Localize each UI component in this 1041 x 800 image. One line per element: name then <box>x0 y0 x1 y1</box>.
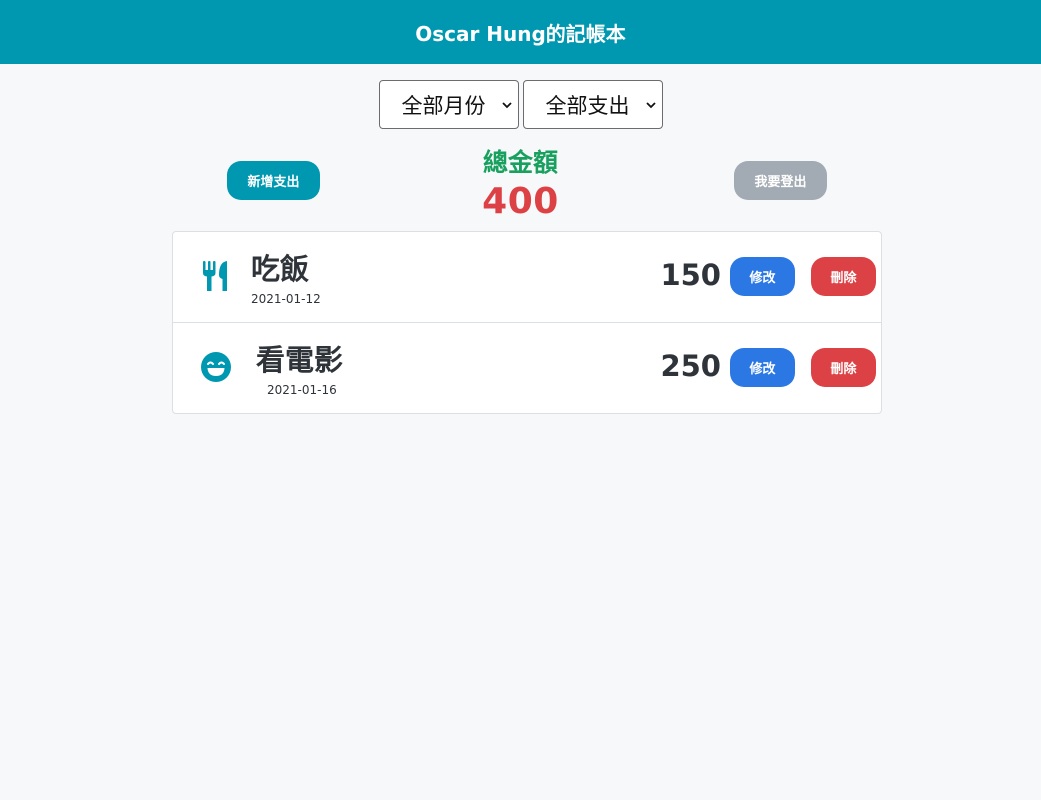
summary-row: 新增支出 總金額 400 我要登出 <box>0 141 1041 231</box>
expense-amount: 250 <box>660 349 721 383</box>
chevron-down-icon <box>501 101 512 108</box>
chevron-down-icon <box>645 101 656 108</box>
list-item: 看電影 2021-01-16 250 修改 刪除 <box>173 323 881 413</box>
month-select-value: 全部月份 <box>401 93 486 118</box>
delete-button[interactable]: 刪除 <box>811 348 876 387</box>
edit-button[interactable]: 修改 <box>730 348 795 387</box>
utensils-icon <box>203 261 227 291</box>
expense-name: 吃飯 <box>251 252 310 286</box>
logout-button[interactable]: 我要登出 <box>734 161 827 200</box>
month-select[interactable]: 全部月份 <box>378 80 519 129</box>
expense-amount: 150 <box>660 258 721 292</box>
grin-icon <box>201 352 231 382</box>
delete-button[interactable]: 刪除 <box>811 257 876 296</box>
filter-bar: 全部月份 全部支出 <box>0 80 1041 129</box>
total-label: 總金額 <box>482 148 558 177</box>
expense-name: 看電影 <box>256 343 344 377</box>
expense-date: 2021-01-16 <box>267 383 337 397</box>
edit-button[interactable]: 修改 <box>730 257 795 296</box>
app-title: Oscar Hung的記帳本 <box>415 21 626 46</box>
navbar: Oscar Hung的記帳本 <box>0 0 1041 64</box>
category-select[interactable]: 全部支出 <box>522 80 663 129</box>
expense-date: 2021-01-12 <box>251 292 321 306</box>
category-select-value: 全部支出 <box>545 93 630 118</box>
list-item: 吃飯 2021-01-12 150 修改 刪除 <box>173 232 881 323</box>
expense-list: 吃飯 2021-01-12 150 修改 刪除 看電影 2021-01-16 2… <box>172 231 882 414</box>
total-amount: 400 <box>482 181 559 222</box>
